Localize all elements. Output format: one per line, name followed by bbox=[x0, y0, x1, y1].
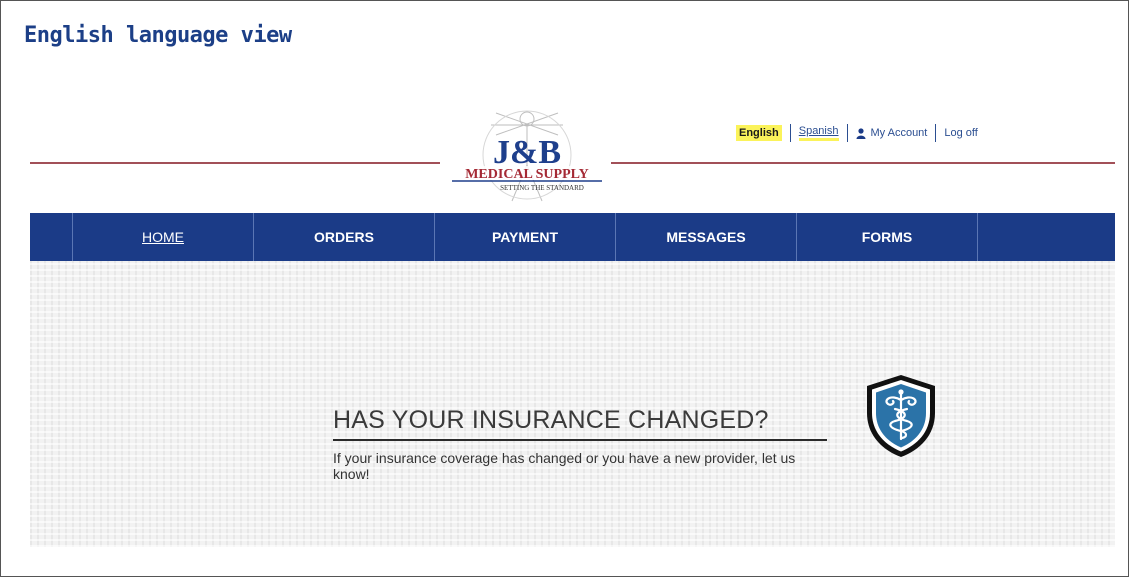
logo-main-text: J&B bbox=[493, 134, 561, 171]
nav-item-home[interactable]: HOME bbox=[73, 213, 254, 261]
nav-item-messages[interactable]: MESSAGES bbox=[616, 213, 797, 261]
spanish-language-link[interactable]: Spanish bbox=[798, 125, 839, 141]
medical-shield-icon bbox=[867, 375, 935, 457]
nav-item-forms[interactable]: FORMS bbox=[797, 213, 978, 261]
banner-body-text: If your insurance coverage has changed o… bbox=[333, 450, 796, 482]
banner-headline: HAS YOUR INSURANCE CHANGED? bbox=[333, 406, 769, 434]
user-icon bbox=[856, 127, 865, 139]
page-caption: English language view bbox=[24, 23, 292, 48]
nav-spacer bbox=[30, 213, 73, 261]
header-rule-right bbox=[611, 162, 1115, 164]
headline-underline bbox=[333, 439, 827, 441]
jb-medical-supply-logo[interactable]: J&B MEDICAL SUPPLY SETTING THE STANDARD bbox=[446, 105, 608, 205]
screenshot-frame: English language view J&B MEDICAL SUPPLY… bbox=[0, 0, 1129, 577]
separator bbox=[846, 124, 848, 142]
logo-tagline-text: SETTING THE STANDARD bbox=[500, 184, 584, 192]
language-account-bar: English Spanish My Account Log off bbox=[736, 121, 978, 145]
log-off-link[interactable]: Log off bbox=[944, 127, 977, 139]
nav-item-payment[interactable]: PAYMENT bbox=[435, 213, 616, 261]
separator bbox=[935, 124, 937, 142]
english-language-link[interactable]: English bbox=[736, 125, 782, 141]
my-account-link[interactable]: My Account bbox=[856, 127, 928, 139]
insurance-banner[interactable] bbox=[30, 261, 1115, 547]
separator bbox=[789, 124, 791, 142]
logo-sub-text: MEDICAL SUPPLY bbox=[465, 167, 589, 182]
nav-item-orders[interactable]: ORDERS bbox=[254, 213, 435, 261]
main-navigation: HOME ORDERS PAYMENT MESSAGES FORMS bbox=[30, 213, 1115, 261]
my-account-label: My Account bbox=[870, 127, 928, 139]
header-rule-left bbox=[30, 162, 440, 164]
